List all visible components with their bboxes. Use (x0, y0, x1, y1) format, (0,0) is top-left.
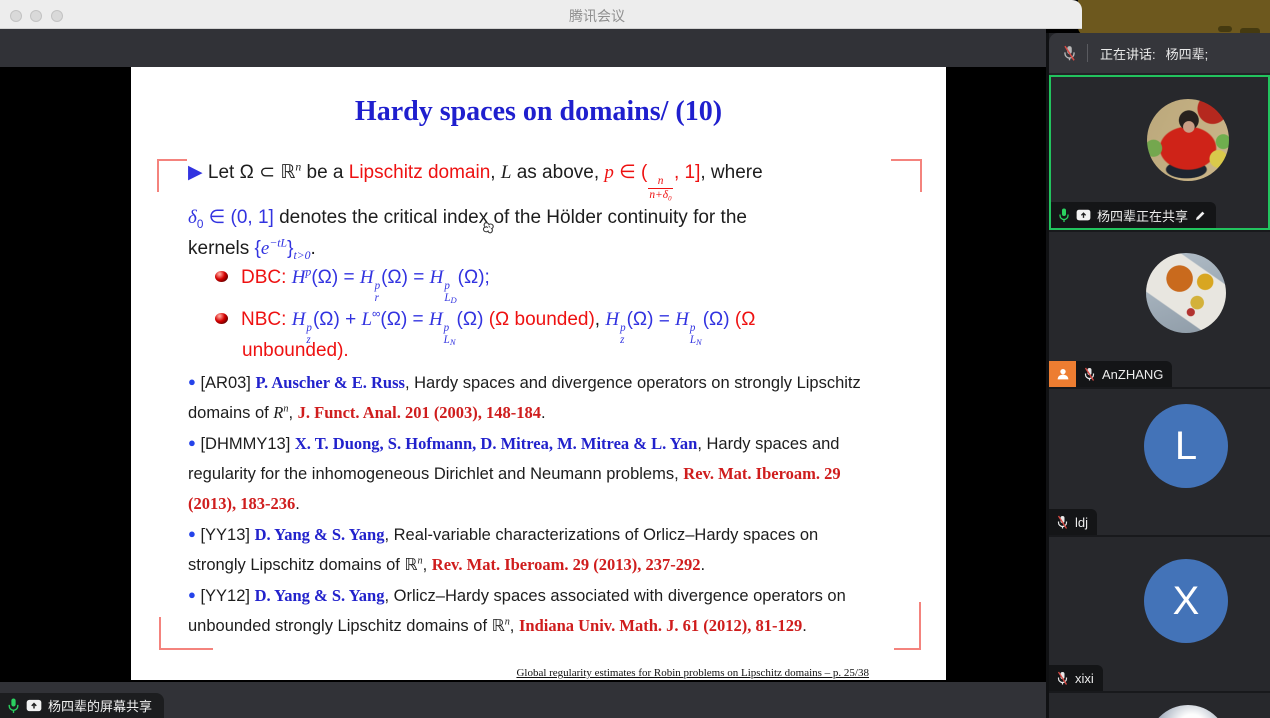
slide-intro-line: kernels {e−tL}t>0. (188, 233, 906, 264)
nbc-text-line1: NBC: Hpz(Ω) + L∞(Ω) = HpLN(Ω) (Ω bounded… (241, 309, 755, 330)
reference-line: regularity for the inhomogeneous Dirichl… (188, 459, 916, 489)
bottom-status-bar: 杨四辈的屏幕共享 (0, 682, 1046, 718)
slide-footer-page-indicator: Global regularity estimates for Robin pr… (516, 667, 869, 679)
window-titlebar: 腾讯会议 (0, 0, 1082, 29)
screen-share-icon (1076, 209, 1091, 221)
now-speaking-label: 正在讲话: (1100, 47, 1156, 62)
avatar (1146, 253, 1226, 333)
background-window-artifact (1218, 26, 1232, 32)
divider (1087, 44, 1088, 62)
video-tile-yangsibei[interactable]: 杨四辈正在共享 (1049, 75, 1270, 230)
traffic-light-minimize-button[interactable] (30, 10, 42, 22)
window-title: 腾讯会议 (497, 6, 697, 26)
slide-intro-line: δ0 ∈ (0, 1] denotes the critical index o… (188, 202, 906, 233)
slide-item-nbc-cont: unbounded). (242, 336, 916, 366)
video-tile-ldj[interactable]: L ldj (1049, 389, 1270, 535)
reference-line: strongly Lipschitz domains of ℝn, Rev. M… (188, 550, 916, 580)
participants-sidebar: 正在讲话: 杨四辈; 杨四辈正在共享 (1046, 33, 1270, 718)
avatar-initial: X (1144, 559, 1228, 643)
avatar (1147, 99, 1229, 181)
participant-name: xixi (1075, 671, 1094, 686)
participant-name: ldj (1075, 515, 1088, 530)
remote-pointer-cursor (479, 220, 497, 238)
participant-badge-icon (1049, 361, 1076, 387)
video-tile-xixi[interactable]: X xixi (1049, 537, 1270, 691)
red-ball-bullet-icon (215, 271, 228, 282)
reference-line: (2013), 183-236. (188, 489, 916, 519)
screen-share-banner: 杨四辈的屏幕共享 (0, 693, 164, 718)
presentation-slide: Hardy spaces on domains/ (10) ▶ Let Ω ⊂ … (131, 67, 946, 680)
reference-line: domains of Rn, J. Funct. Anal. 201 (2003… (188, 398, 916, 428)
nameplate: xixi (1049, 665, 1103, 691)
nameplate: AnZHANG (1049, 361, 1172, 387)
video-tile-anzhang[interactable]: AnZHANG (1049, 232, 1270, 387)
video-tile-partial[interactable] (1049, 693, 1270, 718)
reference-line: ● [YY12] D. Yang & S. Yang, Orlicz–Hardy… (188, 580, 916, 611)
background-window (1078, 0, 1270, 36)
now-speaking-bar: 正在讲话: 杨四辈; (1049, 33, 1270, 73)
reference-line: ● [DHMMY13] X. T. Duong, S. Hofmann, D. … (188, 428, 916, 459)
mic-muted-icon (1083, 367, 1096, 382)
participant-name: AnZHANG (1102, 367, 1163, 382)
now-speaking-name: 杨四辈; (1166, 47, 1209, 62)
reference-line: ● [AR03] P. Auscher & E. Russ, Hardy spa… (188, 367, 916, 398)
mic-muted-icon (1056, 515, 1069, 530)
traffic-light-zoom-button[interactable] (51, 10, 63, 22)
mic-muted-icon (1056, 671, 1069, 686)
now-speaking-text: 正在讲话: 杨四辈; (1100, 44, 1208, 63)
avatar-initial: L (1144, 404, 1228, 488)
mic-on-icon (1058, 208, 1070, 223)
slide-intro-paragraph: ▶ Let Ω ⊂ ℝn be a Lipschitz domain, L as… (188, 157, 906, 264)
mic-on-icon (7, 698, 20, 714)
slide-item-dbc: DBC: Hp(Ω) = Hpr(Ω) = HpLD(Ω); (215, 263, 916, 304)
nbc-text-line2: unbounded). (242, 340, 349, 361)
screen-share-banner-label: 杨四辈的屏幕共享 (48, 696, 152, 715)
slide-title: Hardy spaces on domains/ (10) (131, 96, 946, 128)
red-ball-bullet-icon (215, 313, 228, 324)
participant-name: 杨四辈正在共享 (1097, 206, 1188, 225)
reference-line: ● [YY13] D. Yang & S. Yang, Real-variabl… (188, 519, 916, 550)
mic-muted-icon (1062, 45, 1077, 62)
meeting-toolbar (0, 28, 1046, 67)
nameplate: ldj (1049, 509, 1097, 535)
dbc-text: DBC: Hp(Ω) = Hpr(Ω) = HpLD(Ω); (241, 267, 490, 288)
reference-line: unbounded strongly Lipschitz domains of … (188, 611, 916, 641)
nameplate: 杨四辈正在共享 (1051, 202, 1216, 228)
screen-share-icon (26, 699, 42, 712)
crop-mark-top-left (157, 159, 187, 192)
slide-references: ● [AR03] P. Auscher & E. Russ, Hardy spa… (188, 367, 916, 641)
traffic-light-close-button[interactable] (10, 10, 22, 22)
slide-intro-line: ▶ Let Ω ⊂ ℝn be a Lipschitz domain, L as… (188, 157, 906, 202)
avatar (1148, 705, 1228, 718)
pencil-edit-icon[interactable] (1194, 209, 1207, 222)
